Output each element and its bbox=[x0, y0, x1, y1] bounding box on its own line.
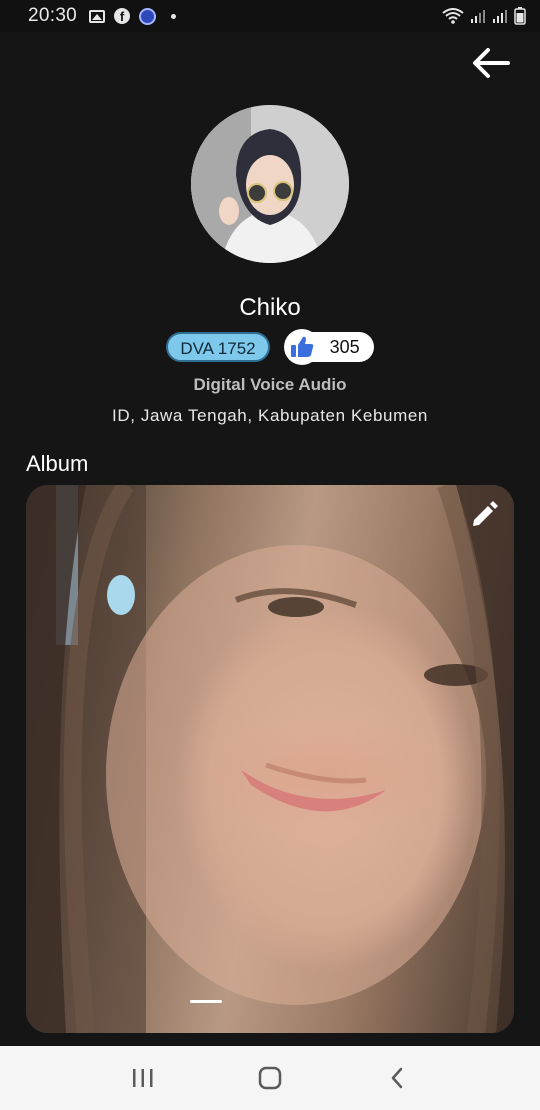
edit-album-button[interactable] bbox=[468, 499, 500, 531]
profile-screen: 20:30 f Chiko DVA 1752 305 Digital Voice… bbox=[0, 0, 540, 1110]
navigation-bar bbox=[0, 1046, 540, 1110]
signal-icon bbox=[492, 8, 508, 24]
like-button[interactable]: 305 bbox=[283, 329, 374, 365]
recent-apps-icon bbox=[133, 1069, 153, 1087]
album-photo bbox=[26, 485, 514, 1033]
album-title: Album bbox=[26, 451, 89, 476]
page-indicator bbox=[190, 1000, 222, 1003]
signal-icon bbox=[470, 8, 486, 24]
gallery-icon bbox=[89, 9, 106, 23]
home-icon bbox=[258, 1066, 282, 1090]
profile-badges: DVA 1752 305 bbox=[0, 329, 540, 365]
back-button[interactable] bbox=[470, 44, 512, 82]
nav-back-button[interactable] bbox=[375, 1058, 419, 1098]
facebook-icon: f bbox=[114, 8, 131, 24]
arrow-left-icon bbox=[473, 48, 510, 78]
recent-apps-button[interactable] bbox=[121, 1058, 165, 1098]
home-button[interactable] bbox=[248, 1058, 292, 1098]
status-bar: 20:30 f bbox=[0, 0, 540, 32]
system-icons bbox=[442, 7, 526, 25]
id-badge: DVA 1752 bbox=[166, 332, 270, 362]
battery-icon bbox=[514, 7, 526, 25]
album-photo-card[interactable] bbox=[26, 485, 514, 1033]
dot-icon bbox=[171, 13, 177, 19]
thumbs-up-icon bbox=[283, 329, 320, 365]
app-icon bbox=[139, 7, 157, 25]
status-time: 20:30 bbox=[28, 5, 78, 26]
pencil-icon bbox=[473, 501, 498, 526]
location-text: ID, Jawa Tengah, Kabupaten Kebumen bbox=[112, 406, 428, 425]
like-count: 305 bbox=[329, 337, 360, 357]
notification-icons: f bbox=[89, 7, 177, 25]
profile-name: Chiko bbox=[239, 294, 301, 321]
company-name: Digital Voice Audio bbox=[193, 375, 347, 394]
wifi-icon bbox=[442, 8, 464, 24]
back-icon bbox=[391, 1067, 402, 1089]
avatar[interactable] bbox=[191, 105, 349, 263]
